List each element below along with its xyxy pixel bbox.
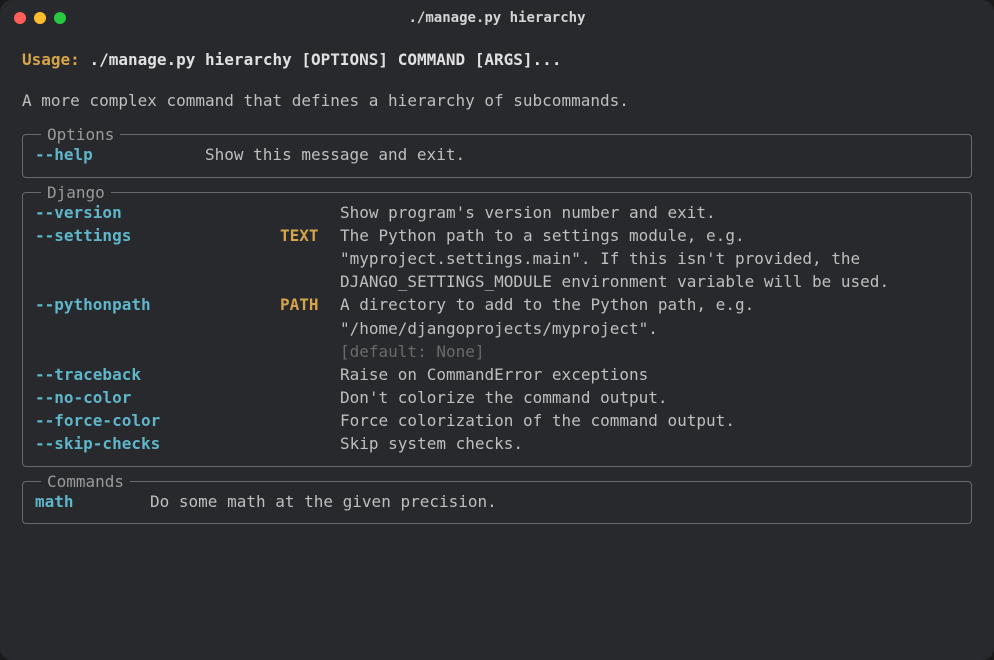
option-desc: The Python path to a settings module, e.… xyxy=(340,224,959,294)
option-desc: Skip system checks. xyxy=(340,432,959,455)
option-arg: PATH xyxy=(280,293,340,316)
option-row: --no-color Don't colorize the command ou… xyxy=(35,386,959,409)
commands-group: Commands math Do some math at the given … xyxy=(22,481,972,524)
django-group: Django --version Show program's version … xyxy=(22,192,972,467)
command-description: A more complex command that defines a hi… xyxy=(22,89,972,112)
command-name-math: math xyxy=(35,490,150,513)
title-bar: ./manage.py hierarchy xyxy=(0,0,994,36)
option-desc: Don't colorize the command output. xyxy=(340,386,959,409)
option-row: --traceback Raise on CommandError except… xyxy=(35,363,959,386)
commands-group-label: Commands xyxy=(41,470,130,493)
command-desc: Do some math at the given precision. xyxy=(150,490,959,513)
option-desc: A directory to add to the Python path, e… xyxy=(340,293,959,363)
option-flag-version: --version xyxy=(35,201,280,224)
options-group: Options --help Show this message and exi… xyxy=(22,134,972,177)
option-desc-text: A directory to add to the Python path, e… xyxy=(340,295,754,337)
option-flag-traceback: --traceback xyxy=(35,363,280,386)
traffic-lights xyxy=(14,12,66,24)
option-row: --settings TEXT The Python path to a set… xyxy=(35,224,959,294)
window-title: ./manage.py hierarchy xyxy=(408,10,585,26)
option-desc: Show program's version number and exit. xyxy=(340,201,959,224)
usage-label: Usage: xyxy=(22,50,80,69)
usage-command: ./manage.py hierarchy [OPTIONS] COMMAND … xyxy=(89,50,561,69)
option-flag-pythonpath: --pythonpath xyxy=(35,293,280,316)
option-row: --help Show this message and exit. xyxy=(35,143,959,166)
close-icon[interactable] xyxy=(14,12,26,24)
terminal-window: ./manage.py hierarchy Usage: ./manage.py… xyxy=(0,0,994,660)
option-default-note: [default: None] xyxy=(340,342,485,361)
option-flag-settings: --settings xyxy=(35,224,280,247)
command-row: math Do some math at the given precision… xyxy=(35,490,959,513)
option-row: --force-color Force colorization of the … xyxy=(35,409,959,432)
terminal-content: Usage: ./manage.py hierarchy [OPTIONS] C… xyxy=(0,36,994,660)
minimize-icon[interactable] xyxy=(34,12,46,24)
option-flag-no-color: --no-color xyxy=(35,386,280,409)
maximize-icon[interactable] xyxy=(54,12,66,24)
option-row: --pythonpath PATH A directory to add to … xyxy=(35,293,959,363)
options-group-label: Options xyxy=(41,123,120,146)
option-desc: Raise on CommandError exceptions xyxy=(340,363,959,386)
usage-line: Usage: ./manage.py hierarchy [OPTIONS] C… xyxy=(22,48,972,71)
option-arg: TEXT xyxy=(280,224,340,247)
option-desc: Show this message and exit. xyxy=(205,143,959,166)
option-desc: Force colorization of the command output… xyxy=(340,409,959,432)
option-row: --version Show program's version number … xyxy=(35,201,959,224)
option-flag-force-color: --force-color xyxy=(35,409,280,432)
option-row: --skip-checks Skip system checks. xyxy=(35,432,959,455)
option-flag-skip-checks: --skip-checks xyxy=(35,432,280,455)
option-flag-help: --help xyxy=(35,143,205,166)
django-group-label: Django xyxy=(41,181,111,204)
